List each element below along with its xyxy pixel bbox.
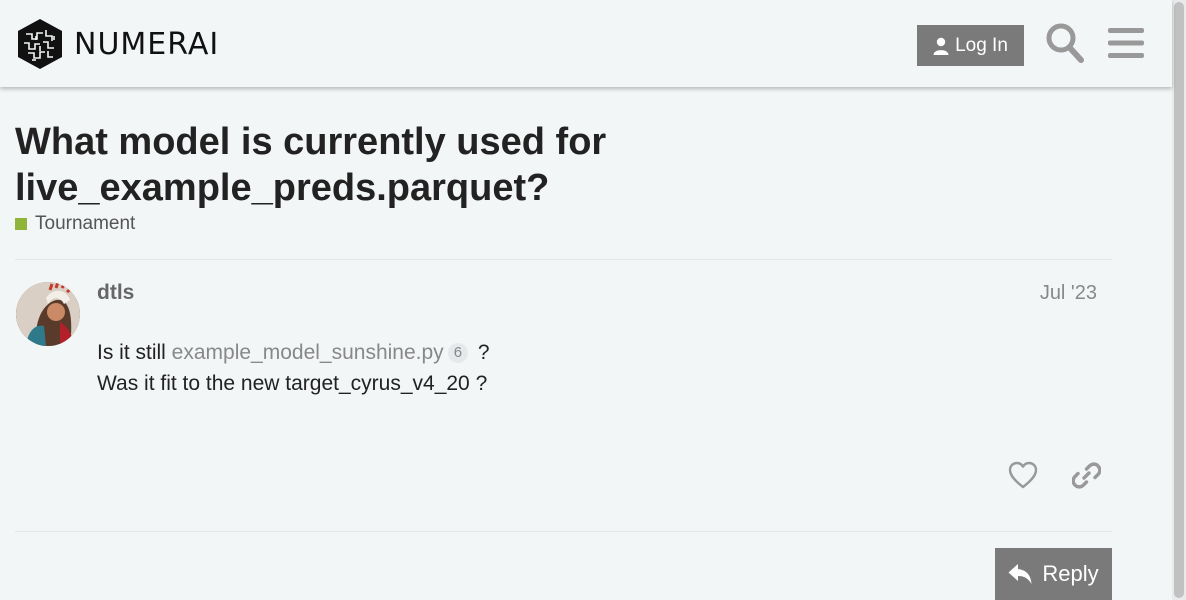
- reply-label: Reply: [1042, 561, 1099, 586]
- category-label: Tournament: [35, 213, 136, 234]
- login-label: Log In: [955, 34, 1008, 56]
- avatar[interactable]: [16, 282, 80, 346]
- post-body: Is it still example_model_sunshine.py 6 ?…: [97, 337, 490, 399]
- reply-arrow-icon: [1008, 564, 1032, 584]
- user-icon: [933, 37, 949, 55]
- logo-wordmark: NUMERAI: [74, 26, 220, 62]
- post-line-1: Is it still example_model_sunshine.py 6 ?: [97, 337, 490, 368]
- post-line-1-prefix: Is it still: [97, 341, 172, 364]
- link-icon[interactable]: [1072, 461, 1101, 490]
- site-logo[interactable]: NUMERAI: [16, 18, 219, 70]
- avatar-image: [16, 282, 80, 346]
- link-click-count-badge: 6: [447, 343, 469, 363]
- site-header: NUMERAI Log In: [0, 0, 1172, 87]
- page-scrollbar[interactable]: [1172, 0, 1186, 600]
- hamburger-menu-icon[interactable]: [1107, 26, 1145, 60]
- post-username[interactable]: dtls: [97, 281, 134, 305]
- example-model-link[interactable]: example_model_sunshine.py: [172, 341, 444, 364]
- post-line-2: Was it fit to the new target_cyrus_v4_20…: [97, 372, 488, 395]
- category-color-swatch: [15, 218, 27, 230]
- post-date[interactable]: Jul '23: [1040, 282, 1097, 305]
- login-button[interactable]: Log In: [917, 25, 1024, 66]
- numerai-logo-icon: [18, 19, 62, 69]
- topic-title-line1: What model is currently used for: [15, 121, 607, 163]
- topic-title[interactable]: What model is currently used for live_ex…: [15, 119, 715, 211]
- topic-title-line2: live_example_preds.parquet?: [15, 167, 550, 209]
- heart-icon[interactable]: [1008, 461, 1038, 489]
- scrollbar-thumb[interactable]: [1174, 2, 1184, 598]
- divider-bottom: [15, 531, 1112, 532]
- post-line-1-suffix: ?: [472, 341, 490, 364]
- category-badge[interactable]: Tournament: [15, 213, 135, 235]
- reply-button[interactable]: Reply: [995, 548, 1112, 600]
- divider-top: [15, 259, 1112, 260]
- search-icon[interactable]: [1045, 22, 1085, 64]
